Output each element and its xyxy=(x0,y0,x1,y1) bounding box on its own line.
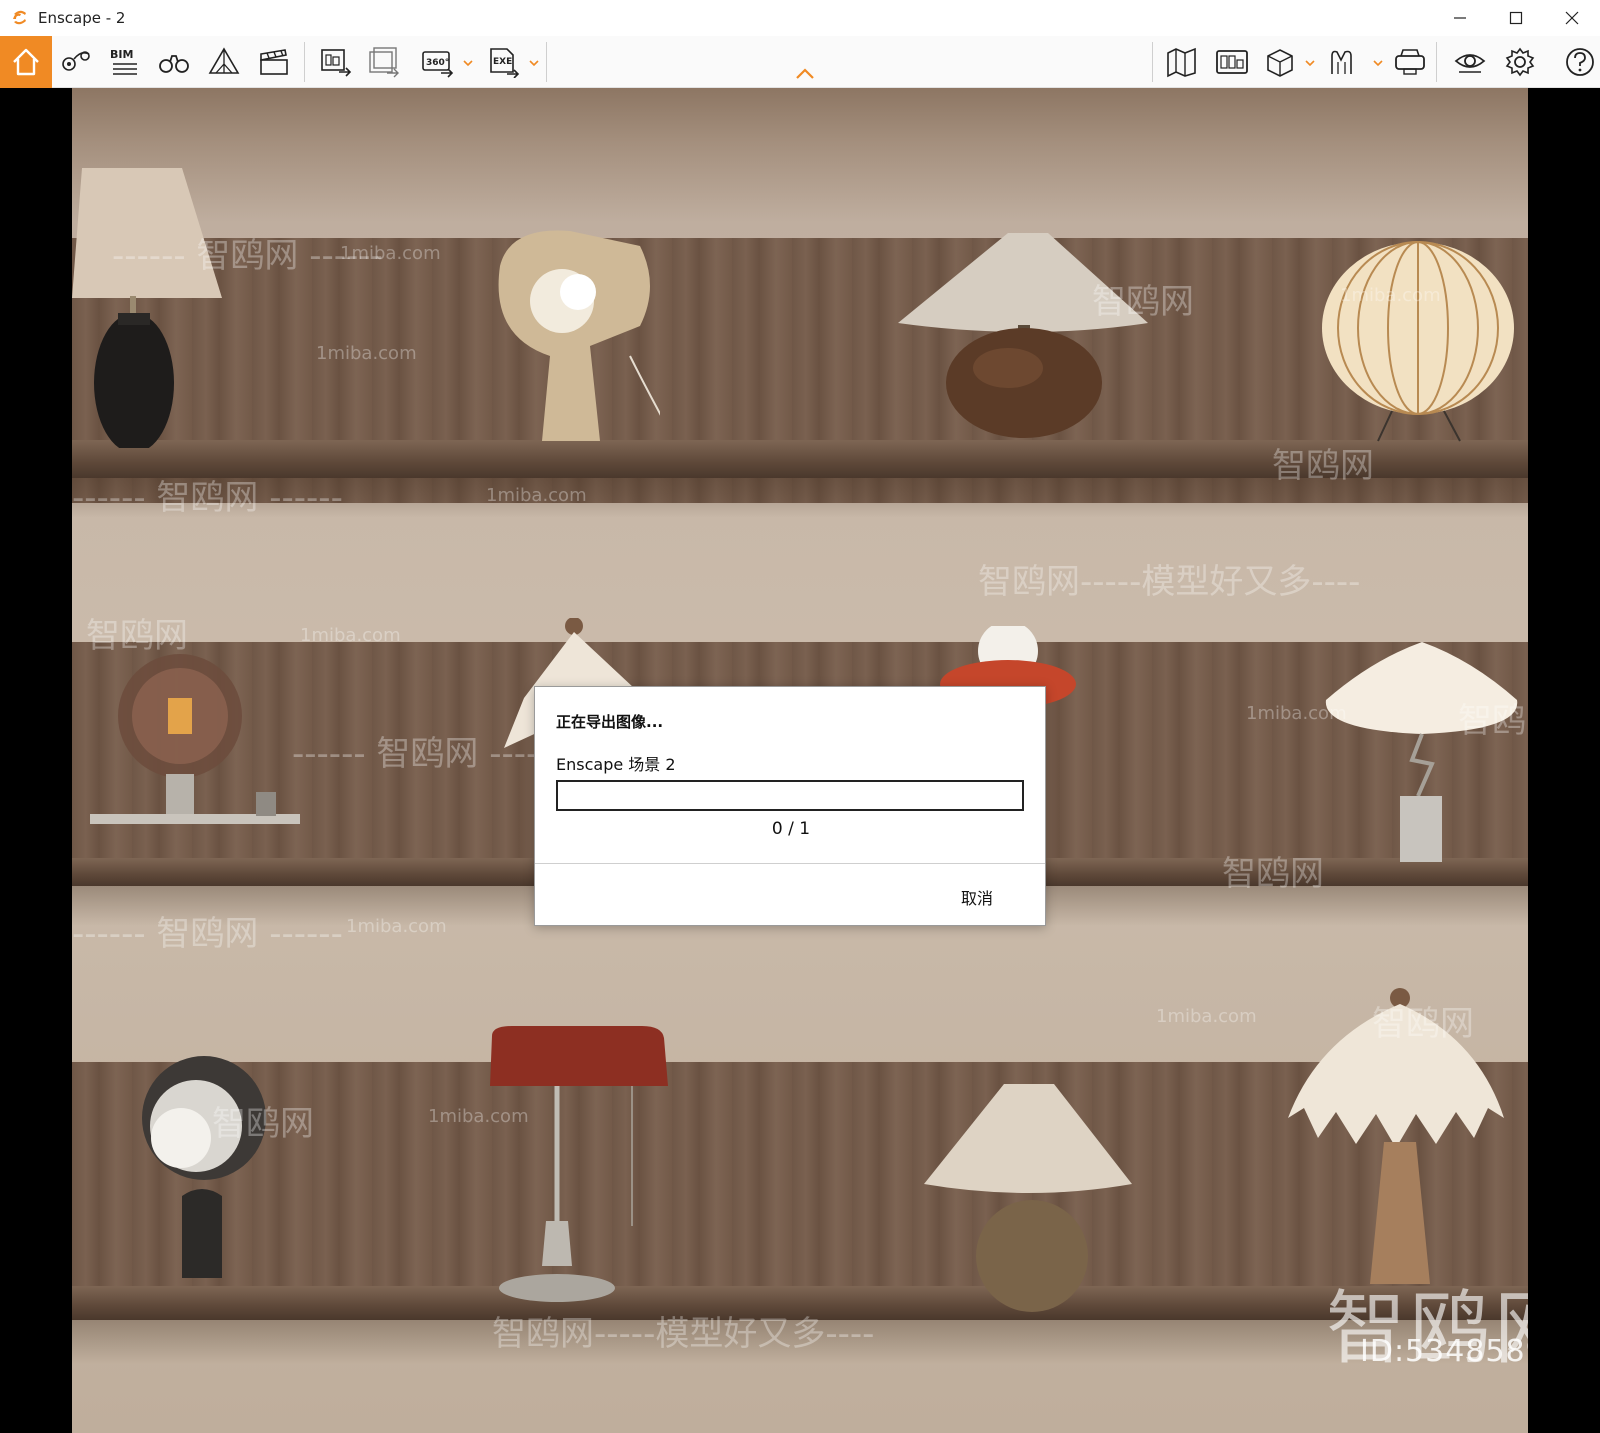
window-title: Enscape - 2 xyxy=(38,9,126,27)
export-exe-button[interactable]: EXE xyxy=(484,44,524,80)
home-button[interactable] xyxy=(0,36,52,88)
export-360-button[interactable]: 360° xyxy=(418,44,458,80)
dialog-title: 正在导出图像... xyxy=(556,713,664,731)
lamp-zigzag xyxy=(1322,640,1522,870)
export-image-button[interactable] xyxy=(316,44,356,80)
maximize-icon xyxy=(1509,11,1523,25)
help-button[interactable] xyxy=(1562,44,1598,80)
perspective-button[interactable] xyxy=(204,44,244,80)
enscape-window: Enscape - 2 BIM 360° EXE ------ 智鸥网 ----… xyxy=(0,0,1600,1433)
watermark-site: 1miba.com xyxy=(316,343,417,364)
clapperboard-icon xyxy=(260,49,288,75)
chevron-down-icon[interactable] xyxy=(1304,58,1316,68)
visibility-icon xyxy=(1454,54,1486,73)
window-controls xyxy=(1432,0,1600,36)
lamp-black-vase xyxy=(72,168,232,448)
watermark-id: ID:534858944 xyxy=(1360,1334,1528,1369)
toolbar-separator xyxy=(304,42,305,82)
lamp-chrome-sphere xyxy=(126,1048,276,1288)
watermark-site: 1miba.com xyxy=(340,243,441,264)
close-button[interactable] xyxy=(1544,0,1600,36)
watermark-slogan: 智鸥网-----模型好又多---- xyxy=(492,1314,875,1354)
vr-headset-icon xyxy=(1395,49,1425,75)
asset-library-icon xyxy=(1216,50,1248,74)
location-button[interactable] xyxy=(56,44,96,80)
watermark-dash-brand: ------ 智鸥网 ------ xyxy=(72,478,343,518)
minimize-icon xyxy=(1454,17,1466,19)
enscape-logo-icon xyxy=(13,10,26,25)
perspective-icon xyxy=(208,47,240,74)
location-icon xyxy=(62,51,90,71)
watermark-brand: 智鸥网 xyxy=(1272,446,1374,486)
asset-library-button[interactable] xyxy=(1212,44,1252,80)
map-button[interactable] xyxy=(1162,44,1202,80)
help-icon xyxy=(1566,48,1594,76)
chevron-down-icon[interactable] xyxy=(1372,58,1384,68)
toolbar-separator xyxy=(1152,42,1153,82)
chevron-down-icon[interactable] xyxy=(462,58,474,68)
dialog-divider xyxy=(535,863,1045,864)
exe-label: EXE xyxy=(493,57,512,67)
lamp-wood-ball xyxy=(898,233,1148,443)
export-exe-icon: EXE xyxy=(490,48,520,78)
settings-button[interactable] xyxy=(1500,44,1540,80)
chevron-down-icon[interactable] xyxy=(528,58,540,68)
close-icon xyxy=(1565,11,1579,25)
batch-export-button[interactable] xyxy=(364,44,404,80)
watermark-brand: 智鸥网 xyxy=(1092,282,1194,322)
watermark-site: 1miba.com xyxy=(346,916,447,937)
lamp-paper-lantern xyxy=(1322,236,1522,446)
watermark-dash-brand: ------ 智鸥网 ------ xyxy=(292,734,563,774)
settings-icon xyxy=(1505,47,1535,77)
home-icon xyxy=(13,48,39,76)
title-bar: Enscape - 2 xyxy=(0,0,1600,36)
watermark-slogan: 智鸥网-----模型好又多---- xyxy=(978,562,1361,602)
watermark-dash-brand: ------ 智鸥网 ------ xyxy=(72,914,343,954)
binoculars-button[interactable] xyxy=(154,44,194,80)
watermark-brand: 智鸥网 xyxy=(1458,701,1528,741)
watermark-site: 1miba.com xyxy=(1156,1006,1257,1027)
dialog-scene-name: Enscape 场景 2 xyxy=(556,755,676,774)
watermark-brand: 智鸥网 xyxy=(86,616,188,656)
lamp-bankers-red xyxy=(482,1026,682,1306)
manage-views-icon xyxy=(1331,50,1352,74)
watermark-site: 1miba.com xyxy=(428,1106,529,1127)
maximize-button[interactable] xyxy=(1488,0,1544,36)
pano-label: 360° xyxy=(426,58,449,68)
export-progress-dialog: 正在导出图像... Enscape 场景 2 0 / 1 取消 xyxy=(534,686,1046,926)
cube-icon xyxy=(1267,49,1293,77)
watermark-site: 1miba.com xyxy=(1246,703,1347,724)
toolbar-separator xyxy=(1436,42,1437,82)
bim-button[interactable]: BIM xyxy=(104,44,144,80)
lamp-cream-scoop xyxy=(490,226,660,451)
collapse-toolbar-icon[interactable] xyxy=(794,66,816,82)
batch-export-icon xyxy=(369,47,399,78)
watermark-brand: 智鸥网 xyxy=(212,1104,314,1144)
manage-views-button[interactable] xyxy=(1324,44,1364,80)
lamp-linen-cone xyxy=(924,1084,1134,1314)
watermark-brand: 智鸥网 xyxy=(1372,1004,1474,1044)
export-360-icon: 360° xyxy=(422,51,454,78)
visibility-button[interactable] xyxy=(1450,44,1490,80)
map-icon xyxy=(1167,47,1196,78)
watermark-brand: 智鸥网 xyxy=(1222,854,1324,894)
main-toolbar: BIM 360° EXE xyxy=(0,36,1600,88)
vr-headset-button[interactable] xyxy=(1390,44,1430,80)
watermark-site: 1miba.com xyxy=(1340,285,1441,306)
binoculars-icon xyxy=(159,55,189,73)
minimize-button[interactable] xyxy=(1432,0,1488,36)
progress-count: 0 / 1 xyxy=(771,819,811,839)
export-image-icon xyxy=(321,49,352,77)
export-progress-bar xyxy=(556,780,1024,811)
bim-label: BIM xyxy=(110,48,134,61)
video-editor-button[interactable] xyxy=(254,44,294,80)
cancel-button[interactable]: 取消 xyxy=(945,883,1009,911)
toolbar-separator xyxy=(546,42,547,82)
watermark-site: 1miba.com xyxy=(486,485,587,506)
cube-view-button[interactable] xyxy=(1260,44,1300,80)
watermark-site: 1miba.com xyxy=(300,625,401,646)
